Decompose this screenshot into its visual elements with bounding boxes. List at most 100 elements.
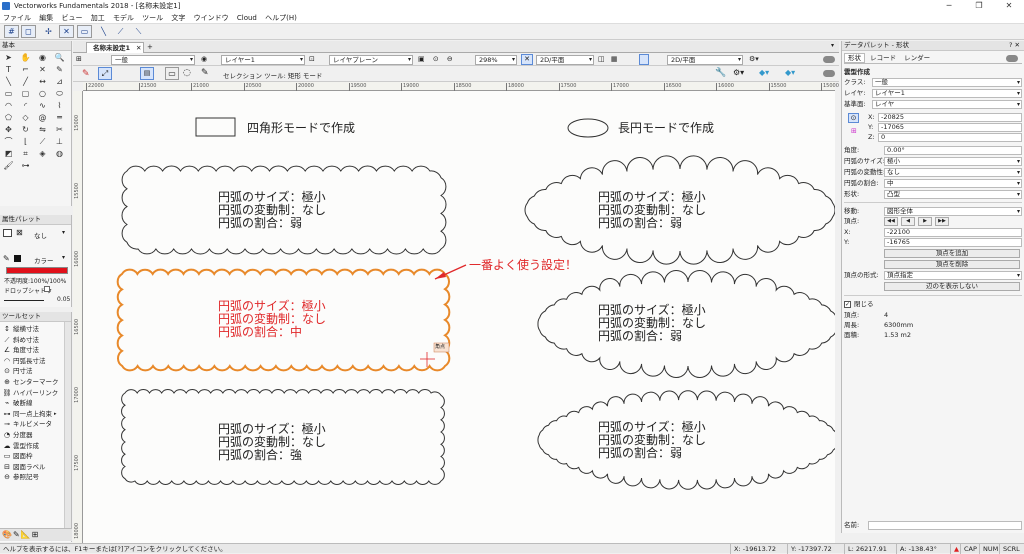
- rect-polygon-tool-icon[interactable]: ◇: [18, 112, 33, 123]
- class-select[interactable]: 一般: [111, 54, 195, 65]
- menu-file[interactable]: ファイル: [0, 12, 34, 24]
- add-vertex-button[interactable]: 頂点を追加: [884, 249, 1020, 258]
- prev-vertex-button[interactable]: ◀: [901, 217, 915, 226]
- snap-loci-icon[interactable]: ⟍: [131, 25, 146, 38]
- maximize-button[interactable]: ❐: [964, 0, 994, 12]
- freehand-tool-icon[interactable]: ∿: [35, 100, 50, 111]
- mode-lasso-icon[interactable]: ◌: [183, 68, 191, 78]
- name-field[interactable]: [868, 521, 1022, 530]
- view-options-icon[interactable]: ⚙▾: [749, 55, 759, 63]
- chamfer-tool-icon[interactable]: ⌊: [18, 136, 33, 147]
- circle-tool-icon[interactable]: ○: [35, 88, 50, 99]
- menu-cloud[interactable]: Cloud: [234, 12, 260, 24]
- first-vertex-button[interactable]: ◀◀: [884, 217, 898, 226]
- light-options-icon[interactable]: ◆▾: [785, 68, 795, 77]
- snap-grid-icon[interactable]: #: [4, 25, 19, 38]
- connect-tool-icon[interactable]: ⊥: [52, 136, 67, 147]
- palette-help-close-icon[interactable]: ? ✕: [1009, 41, 1020, 50]
- plane-mode-icon[interactable]: [639, 54, 649, 65]
- vertex-type-field[interactable]: 頂点指定: [884, 271, 1022, 280]
- tape-tool-icon[interactable]: ⊶: [18, 160, 33, 171]
- snap-object-icon[interactable]: ◻: [21, 25, 36, 38]
- zoom-tool-icon[interactable]: 🔍: [52, 52, 67, 63]
- last-vertex-button[interactable]: ▶▶: [935, 217, 949, 226]
- drawing-canvas[interactable]: 四角形モードで作成 長円モードで作成 一番よく使う設定！ 角点 円弧のサイズ：極…: [83, 91, 835, 543]
- closed-checkbox[interactable]: ✓: [844, 301, 851, 308]
- tab-shape[interactable]: 形状: [844, 53, 865, 63]
- view-tools-icon[interactable]: ▣ ⊙ ⊖: [418, 55, 456, 63]
- render-select[interactable]: 2D/平面: [667, 54, 743, 65]
- pen-dropdown-icon[interactable]: ▾: [62, 254, 65, 261]
- line-weight-value[interactable]: 0.05: [57, 296, 70, 303]
- snap-distance-icon[interactable]: ▭: [77, 25, 92, 38]
- zoom-select[interactable]: 298%: [475, 54, 517, 65]
- document-tab[interactable]: 名称未設定1 ✕: [86, 42, 144, 53]
- viewbar-collapse-icon[interactable]: [823, 56, 835, 63]
- plane-field[interactable]: レイヤ: [872, 100, 1022, 109]
- flyover-tool-icon[interactable]: ◉: [35, 52, 50, 63]
- polyline-tool-icon[interactable]: ⌇: [52, 100, 67, 111]
- offset-tool-icon[interactable]: ⊿: [52, 76, 67, 87]
- toolset-item[interactable]: ⌁ 破断線: [2, 398, 71, 409]
- mirror-tool-icon[interactable]: ⇋: [35, 124, 50, 135]
- mode-polygon-icon[interactable]: ✎: [201, 68, 209, 78]
- toolset-item[interactable]: ⊟ 図面ラベル: [2, 462, 71, 473]
- toolset-scrollbar[interactable]: [64, 322, 71, 528]
- reference-point-icon[interactable]: ⊙: [848, 113, 859, 123]
- menu-help[interactable]: ヘルプ(H): [262, 12, 300, 24]
- next-vertex-button[interactable]: ▶: [918, 217, 932, 226]
- toolset-item[interactable]: ⛓ ハイパーリンク: [2, 388, 71, 399]
- shape-field[interactable]: 凸型: [884, 190, 1022, 199]
- fill-style-value[interactable]: なし: [34, 230, 47, 240]
- snap-intersect-icon[interactable]: ✕: [59, 25, 74, 38]
- fill-dropdown-icon[interactable]: ▾: [62, 229, 65, 236]
- toolset-item[interactable]: ⊙ 円寸法: [2, 366, 71, 377]
- x-field[interactable]: -20825: [878, 113, 1022, 122]
- callout-tool-icon[interactable]: ⌐: [18, 64, 33, 75]
- wrench-icon[interactable]: 🔧: [715, 68, 726, 78]
- snap-angle-icon[interactable]: ✢: [41, 25, 56, 38]
- toolset-tabs[interactable]: 🎨✎📐⊞: [0, 528, 72, 541]
- tab-menu-icon[interactable]: ▾: [831, 42, 834, 49]
- polygon-tool-icon[interactable]: ⬠: [1, 112, 16, 123]
- reference-grid-icon[interactable]: ⊞: [851, 127, 857, 135]
- trim-tool-icon[interactable]: ✂: [52, 124, 67, 135]
- toolset-item[interactable]: ▭ 図面枠: [2, 451, 71, 462]
- mode-single-select-icon[interactable]: ⤢: [98, 67, 112, 80]
- fill-pattern-icon[interactable]: ⊠: [16, 228, 23, 237]
- modebar-collapse-icon[interactable]: [823, 70, 835, 77]
- text-tool-icon[interactable]: T: [1, 64, 16, 75]
- z-field[interactable]: 0: [878, 133, 1022, 142]
- line-tool-icon[interactable]: ╲: [1, 76, 16, 87]
- toolset-item[interactable]: ↕ 縦横寸法: [2, 324, 71, 335]
- close-tab-icon[interactable]: ✕: [136, 44, 141, 52]
- render-bucket-icon[interactable]: ◆▾: [759, 68, 769, 77]
- arc-ratio-field[interactable]: 中: [884, 179, 1022, 188]
- panel-collapse-icon[interactable]: [1006, 55, 1018, 62]
- spiral-tool-icon[interactable]: @: [35, 112, 50, 123]
- menu-edit[interactable]: 編集: [36, 12, 56, 24]
- menu-text[interactable]: 文字: [168, 12, 188, 24]
- paint-tool-icon[interactable]: 🖌: [1, 160, 16, 171]
- selection-tool-icon[interactable]: ➤: [1, 52, 16, 63]
- oval-tool-icon[interactable]: ⬭: [52, 88, 67, 99]
- layer-field[interactable]: レイヤー1: [872, 89, 1022, 98]
- eyedropper-tool-icon[interactable]: ✎: [52, 64, 67, 75]
- snap-tangent-icon[interactable]: ╲: [96, 25, 111, 38]
- opacity-label[interactable]: 不透明度:100%/100%: [4, 276, 66, 285]
- reshape-tool-icon[interactable]: ⌗: [18, 148, 33, 159]
- angle-field[interactable]: 0.00°: [884, 146, 1022, 155]
- tab-render[interactable]: レンダー: [901, 54, 933, 62]
- pen-color-swatch-icon[interactable]: [14, 255, 21, 262]
- wall-tool-icon[interactable]: ╱: [18, 76, 33, 87]
- minimize-button[interactable]: ─: [934, 0, 964, 12]
- dropshadow-checkbox[interactable]: [44, 286, 50, 292]
- layer-select[interactable]: レイヤー1: [221, 54, 305, 65]
- dimension-tool-icon[interactable]: ↔: [35, 76, 50, 87]
- y-field[interactable]: -17065: [878, 123, 1022, 132]
- menu-view[interactable]: ビュー: [58, 12, 85, 24]
- menu-window[interactable]: ウインドウ: [191, 12, 232, 24]
- tab-record[interactable]: レコード: [867, 54, 899, 62]
- toolset-tab-icon[interactable]: 🎨✎📐⊞: [2, 530, 39, 539]
- snap-surface-icon[interactable]: ⟋: [113, 25, 128, 38]
